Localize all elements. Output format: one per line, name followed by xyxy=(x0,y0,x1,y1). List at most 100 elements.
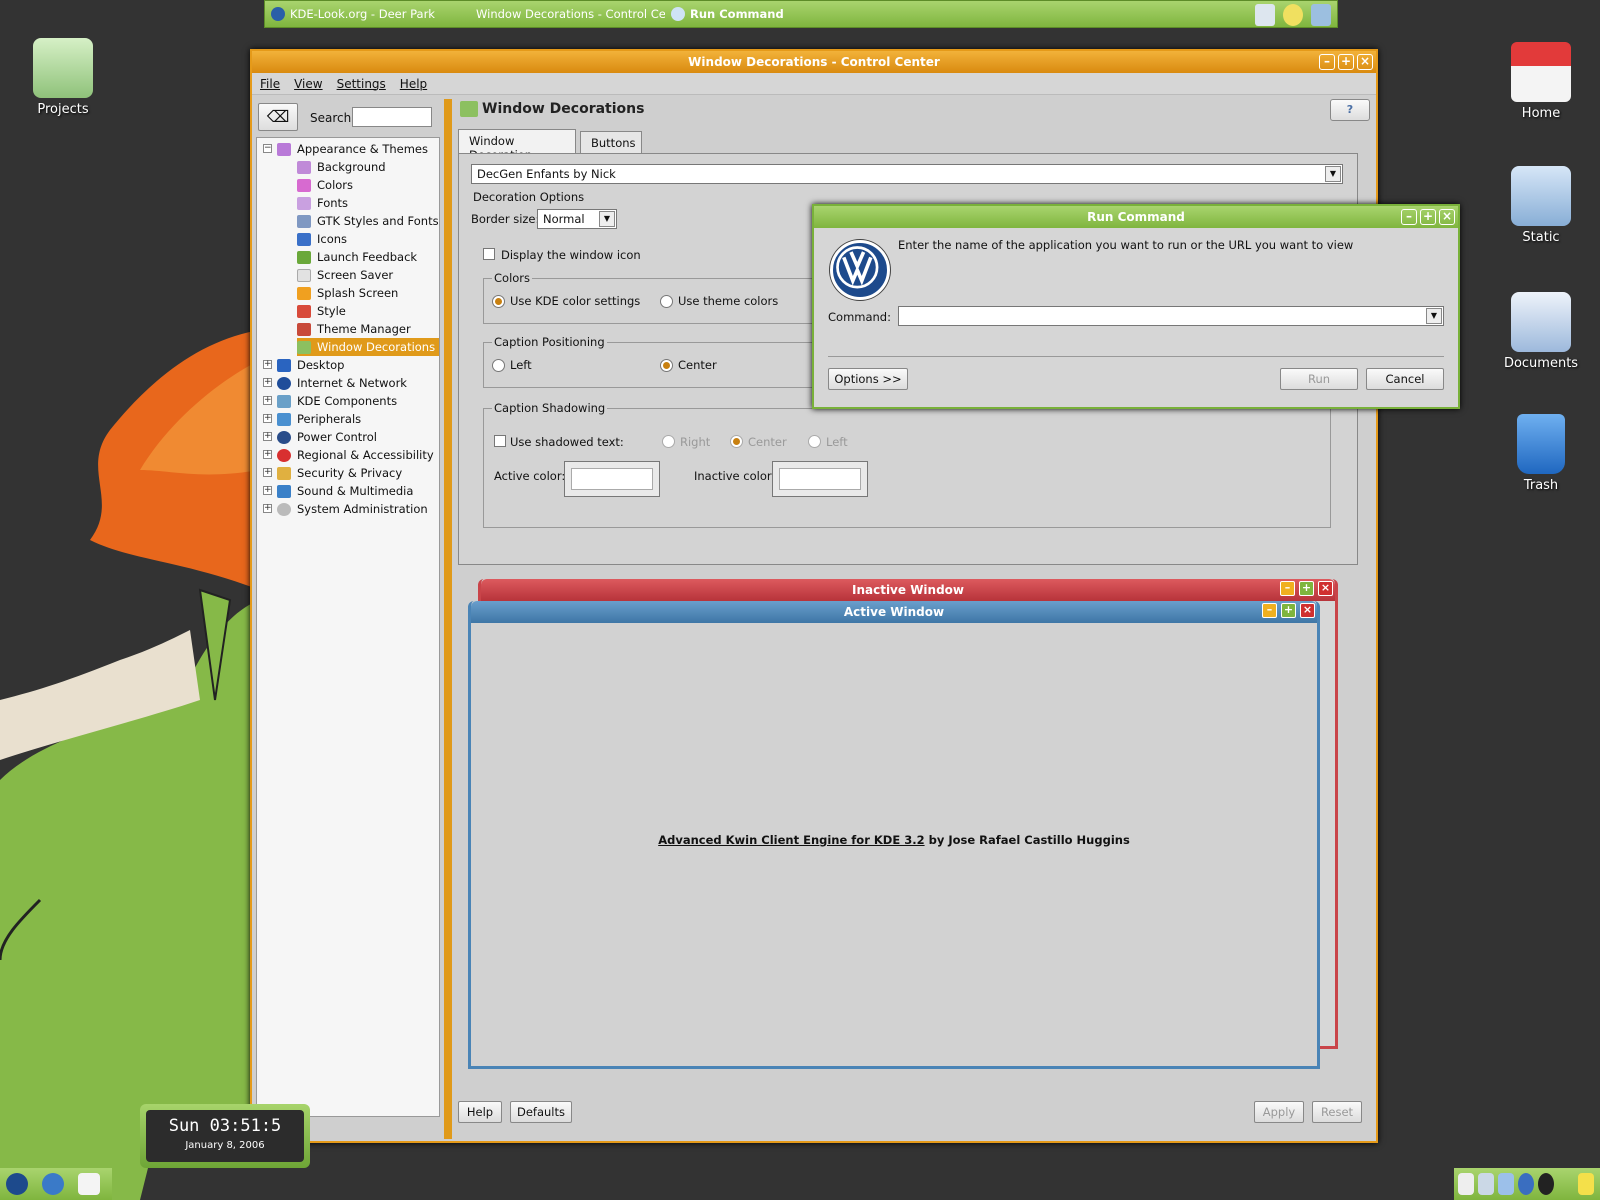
run-command-titlebar[interactable]: Run Command – + × xyxy=(814,206,1458,228)
browser-icon[interactable] xyxy=(42,1173,64,1195)
tree-item-background[interactable]: Background xyxy=(297,158,386,176)
tree-item-colors[interactable]: Colors xyxy=(297,176,353,194)
shadow-center-radio[interactable] xyxy=(730,435,743,448)
tree-item-theme-manager[interactable]: Theme Manager xyxy=(297,320,411,338)
kmenu-icon[interactable] xyxy=(6,1173,28,1195)
task-control-center[interactable]: Window Decorations - Control Cente xyxy=(465,1,665,27)
tree-item-icons[interactable]: Icons xyxy=(297,230,347,248)
menu-view[interactable]: View xyxy=(294,77,322,91)
menu-file[interactable]: File xyxy=(260,77,280,91)
tree-item-label: Power Control xyxy=(297,430,377,444)
tree-item-desktop[interactable]: Desktop xyxy=(277,356,344,374)
tree-item-kde-components[interactable]: KDE Components xyxy=(277,392,397,410)
tree-item-peripherals[interactable]: Peripherals xyxy=(277,410,361,428)
tree-item-regional[interactable]: Regional & Accessibility xyxy=(277,446,434,464)
active-color-button[interactable] xyxy=(564,461,660,497)
desktop-icon-static[interactable]: Static xyxy=(1496,166,1586,245)
task-browser[interactable]: KDE-Look.org - Deer Park xyxy=(265,1,465,27)
minimize-button[interactable]: – xyxy=(1401,209,1417,225)
media-icon[interactable] xyxy=(1538,1173,1554,1195)
search-input[interactable] xyxy=(352,107,432,127)
expand-toggle[interactable]: + xyxy=(263,378,272,387)
group-title: Caption Shadowing xyxy=(492,401,608,415)
control-center-titlebar[interactable]: Window Decorations - Control Center – + … xyxy=(252,51,1376,73)
network-icon[interactable] xyxy=(1518,1173,1534,1195)
splitter-handle[interactable] xyxy=(444,99,452,1139)
help-button[interactable]: ? xyxy=(1330,99,1370,121)
notes-icon[interactable] xyxy=(1458,1173,1474,1195)
caption-center-radio[interactable] xyxy=(660,359,673,372)
collapse-toggle[interactable]: − xyxy=(263,144,272,153)
task-run-command[interactable]: Run Command xyxy=(665,1,865,27)
tree-item-splash-screen[interactable]: Splash Screen xyxy=(297,284,398,302)
tree-item-window-decorations[interactable]: Window Decorations xyxy=(297,338,439,356)
caption-left-radio[interactable] xyxy=(492,359,505,372)
expand-toggle[interactable]: + xyxy=(263,486,272,495)
cancel-button[interactable]: Cancel xyxy=(1366,368,1444,390)
expand-toggle[interactable]: + xyxy=(263,396,272,405)
expand-toggle[interactable]: + xyxy=(263,432,272,441)
close-button[interactable]: × xyxy=(1439,209,1455,225)
desktop-icon-projects[interactable]: Projects xyxy=(18,38,108,117)
tree-item-launch-feedback[interactable]: Launch Feedback xyxy=(297,248,417,266)
desktop-icon-documents[interactable]: Documents xyxy=(1496,292,1586,371)
tree-item-sound[interactable]: Sound & Multimedia xyxy=(277,482,413,500)
tree-item-appearance[interactable]: Appearance & Themes xyxy=(277,140,428,158)
minimize-button[interactable]: – xyxy=(1319,54,1335,70)
task-label: Window Decorations - Control Cente xyxy=(476,7,665,21)
shadow-left-radio[interactable] xyxy=(808,435,821,448)
close-button[interactable]: × xyxy=(1357,54,1373,70)
tree-item-power-control[interactable]: Power Control xyxy=(277,428,377,446)
use-shadowed-checkbox[interactable] xyxy=(494,435,506,447)
reset-button[interactable]: Reset xyxy=(1312,1101,1362,1123)
maximize-button[interactable]: + xyxy=(1338,54,1354,70)
menu-settings[interactable]: Settings xyxy=(337,77,386,91)
desktop-icon-home[interactable]: Home xyxy=(1496,42,1586,121)
clear-search-button[interactable]: ⌫ xyxy=(258,103,298,131)
sticky-note-icon[interactable] xyxy=(1578,1173,1594,1195)
use-theme-colors-radio[interactable] xyxy=(660,295,673,308)
cd-icon[interactable] xyxy=(1283,4,1303,26)
decoration-select[interactable]: DecGen Enfants by Nick ▼ xyxy=(471,164,1343,184)
tree-item-gtk-styles[interactable]: GTK Styles and Fonts xyxy=(297,212,439,230)
shadow-right-radio[interactable] xyxy=(662,435,675,448)
pen-icon[interactable] xyxy=(1498,1173,1514,1195)
trash-tray-icon[interactable] xyxy=(1311,4,1331,26)
options-button[interactable]: Options >> xyxy=(828,368,908,390)
credit-link[interactable]: Advanced Kwin Client Engine for KDE 3.2 xyxy=(658,833,924,847)
expand-toggle[interactable]: + xyxy=(263,468,272,477)
tree-item-label: Screen Saver xyxy=(317,268,394,282)
display-icon-checkbox[interactable] xyxy=(483,248,495,260)
help-bottom-button[interactable]: Help xyxy=(458,1101,502,1123)
command-input[interactable]: ▼ xyxy=(898,306,1444,326)
mail-icon[interactable] xyxy=(78,1173,100,1195)
tab-window-decoration[interactable]: Window Decoration xyxy=(458,129,576,162)
apply-button[interactable]: Apply xyxy=(1254,1101,1304,1123)
tree-item-system-admin[interactable]: System Administration xyxy=(277,500,428,518)
maximize-button[interactable]: + xyxy=(1420,209,1436,225)
tab-buttons[interactable]: Buttons xyxy=(580,131,642,153)
tree-item-fonts[interactable]: Fonts xyxy=(297,194,348,212)
tree-item-security[interactable]: Security & Privacy xyxy=(277,464,402,482)
tree-item-internet-network[interactable]: Internet & Network xyxy=(277,374,407,392)
defaults-button[interactable]: Defaults xyxy=(510,1101,572,1123)
desktop-icon-trash[interactable]: Trash xyxy=(1496,414,1586,493)
window-list-icon[interactable] xyxy=(1478,1173,1494,1195)
run-button[interactable]: Run xyxy=(1280,368,1358,390)
documents-folder-icon xyxy=(1511,292,1571,352)
expand-toggle[interactable]: + xyxy=(263,450,272,459)
icons-icon xyxy=(297,232,311,246)
expand-toggle[interactable]: + xyxy=(263,360,272,369)
chevron-down-icon: ▼ xyxy=(599,211,615,227)
expand-toggle[interactable]: + xyxy=(263,414,272,423)
tree-item-label: Colors xyxy=(317,178,354,192)
inactive-color-button[interactable] xyxy=(772,461,868,497)
tree-item-style[interactable]: Style xyxy=(297,302,346,320)
credit-author: by Jose Rafael Castillo Huggins xyxy=(924,833,1130,847)
monitor-icon[interactable] xyxy=(1255,4,1275,26)
tree-item-screen-saver[interactable]: Screen Saver xyxy=(297,266,393,284)
expand-toggle[interactable]: + xyxy=(263,504,272,513)
use-kde-colors-radio[interactable] xyxy=(492,295,505,308)
menu-help[interactable]: Help xyxy=(400,77,427,91)
border-size-select[interactable]: Normal ▼ xyxy=(537,209,617,229)
